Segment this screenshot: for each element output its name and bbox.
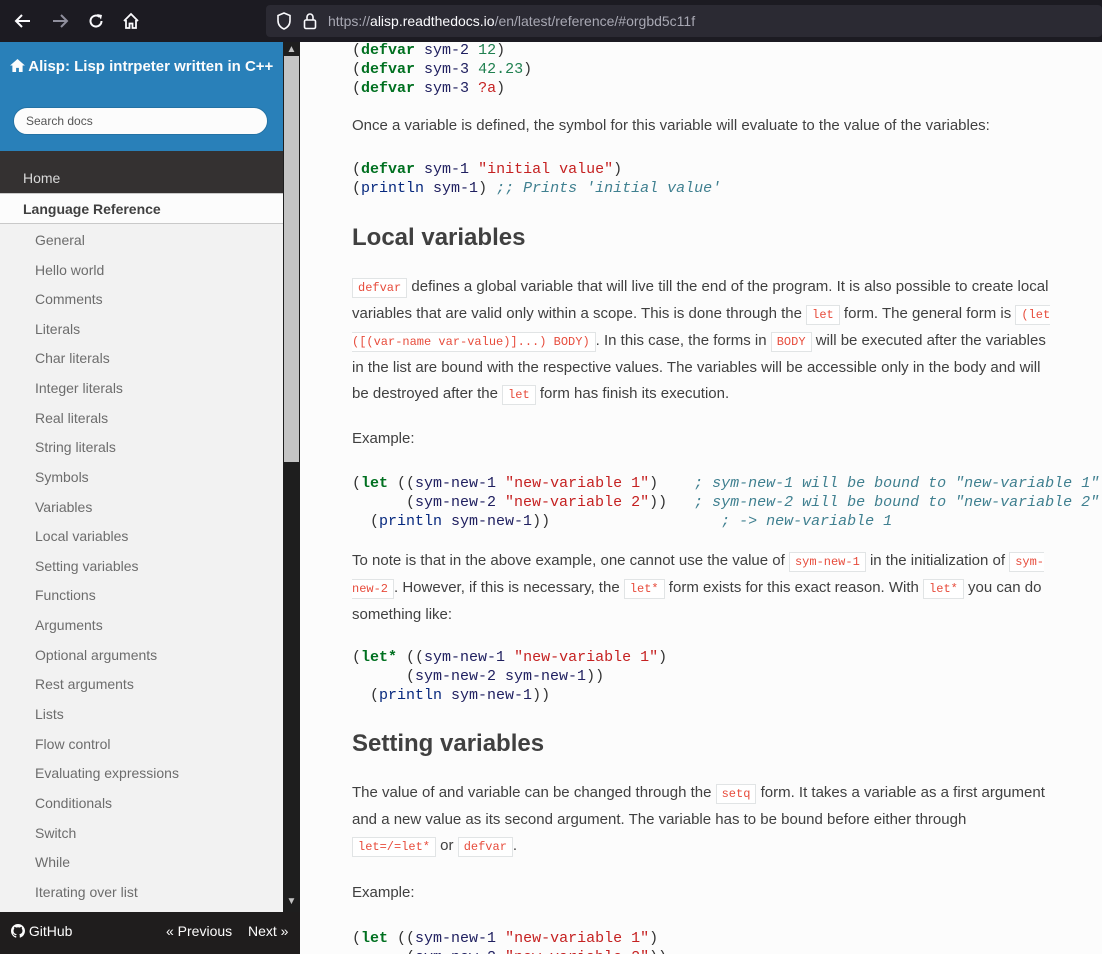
code-literal: BODY — [770, 332, 812, 352]
paragraph-note: To note is that in the above example, on… — [352, 552, 1045, 623]
sidebar-item-lists[interactable]: Lists — [35, 704, 64, 724]
scroll-down-icon[interactable]: ▼ — [283, 896, 300, 907]
code-literal: sym-new-1 — [788, 552, 866, 572]
sidebar-item-general[interactable]: General — [35, 230, 85, 250]
code-block-defvar: (defvar sym-2 12) (defvar sym-3 42.23) (… — [352, 42, 533, 97]
code-literal: setq — [715, 784, 757, 804]
sidebar-item-char-literals[interactable]: Char literals — [35, 348, 110, 368]
sidebar-item-symbols[interactable]: Symbols — [35, 467, 89, 487]
main-content: (defvar sym-2 12) (defvar sym-3 42.23) (… — [300, 42, 1102, 954]
example-label: Example: — [352, 430, 415, 447]
sidebar-item-setting-variables[interactable]: Setting variables — [35, 556, 139, 576]
example-label: Example: — [352, 884, 415, 901]
sidebar-item-string-literals[interactable]: String literals — [35, 437, 116, 457]
lock-icon[interactable] — [303, 12, 317, 35]
home-icon[interactable] — [119, 10, 143, 32]
sidebar-item-conditionals[interactable]: Conditionals — [35, 793, 112, 813]
home-icon — [9, 59, 25, 72]
paragraph-local-variables: defvar defines a global variable that wi… — [352, 274, 1052, 408]
sidebar-header: Alisp: Lisp intrpeter written in C++ — [0, 42, 283, 151]
sidebar-item-switch[interactable]: Switch — [35, 823, 76, 843]
sidebar-item-integer-literals[interactable]: Integer literals — [35, 378, 123, 398]
heading-local-variables: Local variables — [352, 224, 526, 251]
project-title-link[interactable]: Alisp: Lisp intrpeter written in C++ — [0, 58, 283, 76]
browser-toolbar: https://alisp.readthedocs.io/en/latest/r… — [0, 0, 1102, 42]
sidebar-item-home[interactable]: Home — [0, 163, 283, 193]
back-icon[interactable] — [11, 10, 35, 32]
code-literal: defvar — [457, 837, 513, 857]
sidebar-item-hello-world[interactable]: Hello world — [35, 260, 104, 280]
url-bar[interactable]: https://alisp.readthedocs.io/en/latest/r… — [266, 5, 1102, 37]
sidebar-item-optional-arguments[interactable]: Optional arguments — [35, 645, 157, 665]
sidebar-item-local-variables[interactable]: Local variables — [35, 526, 128, 546]
sidebar-item-language-reference[interactable]: Language Reference — [0, 193, 283, 224]
previous-link[interactable]: « Previous — [166, 923, 232, 939]
code-literal: let* — [923, 579, 964, 599]
code-block-let-setq: (let ((sym-new-1 "new-variable 1") (sym-… — [352, 930, 667, 954]
heading-setting-variables: Setting variables — [352, 730, 545, 757]
sidebar-scrollbar[interactable]: ▲ ▼ — [283, 42, 300, 912]
code-literal: let — [806, 305, 840, 325]
code-literal: let — [502, 385, 536, 405]
reload-icon[interactable] — [84, 10, 108, 32]
sidebar-item-iterating-over-list[interactable]: Iterating over list — [35, 882, 138, 902]
code-block-println: (defvar sym-1 "initial value") (println … — [352, 161, 722, 197]
code-block-let-star: (let* ((sym-new-1 "new-variable 1") (sym… — [352, 649, 668, 704]
sidebar-item-evaluating-expressions[interactable]: Evaluating expressions — [35, 763, 179, 783]
next-link[interactable]: Next » — [248, 923, 288, 939]
scrollbar-thumb[interactable] — [284, 56, 299, 462]
paragraph-setting-variables: The value of and variable can be changed… — [352, 780, 1052, 860]
shield-icon[interactable] — [276, 12, 292, 35]
sidebar-item-flow-control[interactable]: Flow control — [35, 734, 110, 754]
sidebar-item-arguments[interactable]: Arguments — [35, 615, 103, 635]
scroll-up-icon[interactable]: ▲ — [283, 44, 300, 55]
github-icon — [11, 924, 25, 938]
sidebar-item-while[interactable]: While — [35, 852, 70, 872]
sidebar: Alisp: Lisp intrpeter written in C++ Hom… — [0, 42, 283, 912]
sidebar-item-rest-arguments[interactable]: Rest arguments — [35, 674, 134, 694]
url-text[interactable]: https://alisp.readthedocs.io/en/latest/r… — [328, 13, 695, 29]
code-literal: let* — [623, 579, 665, 599]
forward-icon[interactable] — [48, 10, 72, 32]
sidebar-item-comments[interactable]: Comments — [35, 289, 103, 309]
github-link[interactable]: GitHub — [11, 923, 72, 939]
code-literal: let=/=let* — [352, 837, 437, 857]
sidebar-footer: GitHub « Previous Next » — [0, 912, 300, 954]
sidebar-item-functions[interactable]: Functions — [35, 585, 96, 605]
paragraph-variable-defined: Once a variable is defined, the symbol f… — [352, 117, 990, 134]
sidebar-item-variables[interactable]: Variables — [35, 497, 92, 517]
search-box[interactable] — [13, 107, 268, 135]
search-input[interactable] — [26, 108, 256, 134]
code-block-let-example: (let ((sym-new-1 "new-variable 1") ; sym… — [352, 475, 1100, 530]
sidebar-item-real-literals[interactable]: Real literals — [35, 408, 108, 428]
code-literal: defvar — [352, 278, 408, 298]
sidebar-item-literals[interactable]: Literals — [35, 319, 80, 339]
